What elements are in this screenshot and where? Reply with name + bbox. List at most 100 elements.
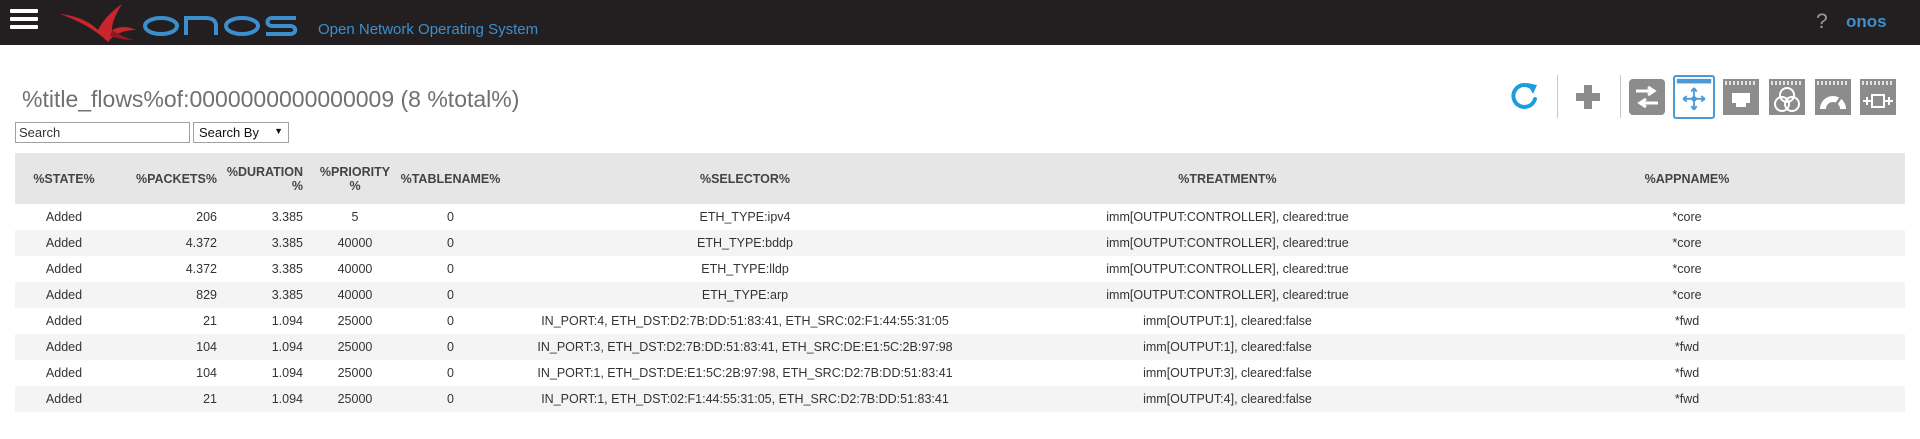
pipeconf-view-icon[interactable] xyxy=(1859,77,1897,117)
cell-selector: IN_PORT:4, ETH_DST:D2:7B:DD:51:83:41, ET… xyxy=(541,314,949,328)
cell-treatment: imm[OUTPUT:CONTROLLER], cleared:true xyxy=(986,230,1469,256)
cell-treatment: imm[OUTPUT:3], cleared:false xyxy=(1143,366,1312,380)
cell-tablename: 0 xyxy=(397,230,504,256)
table-row[interactable]: Added 829 3.385 40000 0 ETH_TYPE:arp imm… xyxy=(15,282,1905,308)
cell-treatment: imm[OUTPUT:CONTROLLER], cleared:true xyxy=(1106,262,1349,276)
user-menu[interactable]: onos xyxy=(1846,12,1887,32)
column-header-priority[interactable]: %PRIORITY % xyxy=(313,153,397,204)
cell-duration: 3.385 xyxy=(271,262,303,276)
cell-state: Added xyxy=(15,386,113,412)
cell-selector: IN_PORT:1, ETH_DST:DE:E1:5C:2B:97:98, ET… xyxy=(537,366,953,380)
search-by-select[interactable]: Search By ▼ xyxy=(193,122,289,143)
meters-view-icon[interactable] xyxy=(1814,77,1852,117)
page-title: %title_flows%of:0000000000000009 (8 %tot… xyxy=(22,86,520,112)
cell-appname: *core xyxy=(1672,210,1702,224)
cell-treatment: imm[OUTPUT:4], cleared:false xyxy=(986,386,1469,412)
cell-appname: *fwd xyxy=(1674,366,1700,380)
toolbar-divider xyxy=(1557,75,1558,118)
cell-treatment: imm[OUTPUT:1], cleared:false xyxy=(986,334,1469,360)
refresh-icon[interactable] xyxy=(1505,77,1543,117)
cell-packets: 206 xyxy=(196,210,217,224)
cell-state: Added xyxy=(15,230,113,256)
column-header-selector[interactable]: %SELECTOR% xyxy=(504,153,986,204)
column-header-duration-line2: % xyxy=(291,178,303,193)
column-header-priority-line2: % xyxy=(349,178,361,193)
logo-subtitle: Open Network Operating System xyxy=(318,21,539,38)
cell-state: Added xyxy=(45,366,83,380)
cell-packets: 21 xyxy=(113,386,223,412)
table-row[interactable]: Added 4.372 3.385 40000 0 ETH_TYPE:bddp … xyxy=(15,230,1905,256)
column-header-treatment[interactable]: %TREATMENT% xyxy=(986,153,1469,204)
cell-duration: 3.385 xyxy=(223,230,313,256)
cell-appname: *core xyxy=(1469,282,1905,308)
cell-priority: 25000 xyxy=(313,386,397,412)
table-header-row: %STATE% %PACKETS% %DURATION % %PRIORITY … xyxy=(15,153,1905,204)
cell-priority: 25000 xyxy=(313,334,397,360)
cell-tablename: 0 xyxy=(397,334,504,360)
cell-duration: 1.094 xyxy=(271,314,303,328)
table-row[interactable]: Added 21 1.094 25000 0 IN_PORT:1, ETH_DS… xyxy=(15,386,1905,412)
cell-selector: ETH_TYPE:lldp xyxy=(701,262,789,276)
table-row[interactable]: Added 104 1.094 25000 0 IN_PORT:1, ETH_D… xyxy=(15,360,1905,386)
cell-tablename: 0 xyxy=(447,210,454,224)
table-row[interactable]: Added 4.372 3.385 40000 0 ETH_TYPE:lldp … xyxy=(15,256,1905,282)
ports-view-icon[interactable] xyxy=(1722,77,1760,117)
toolbar-divider xyxy=(1620,75,1621,118)
column-header-state[interactable]: %STATE% xyxy=(15,153,113,204)
cell-tablename: 0 xyxy=(397,282,504,308)
cell-state: Added xyxy=(45,314,83,328)
column-header-packets[interactable]: %PACKETS% xyxy=(113,153,223,204)
devices-view-icon[interactable] xyxy=(1628,77,1666,117)
cell-priority: 5 xyxy=(351,210,359,224)
column-header-duration[interactable]: %DURATION % xyxy=(223,153,313,204)
cell-selector: ETH_TYPE:ipv4 xyxy=(699,210,791,224)
flows-view-icon[interactable] xyxy=(1673,75,1715,119)
cell-treatment: imm[OUTPUT:CONTROLLER], cleared:true xyxy=(1106,210,1349,224)
table-row[interactable]: Added 206 3.385 5 0 ETH_TYPE:ipv4 imm[OU… xyxy=(15,204,1905,230)
table-row[interactable]: Added 21 1.094 25000 0 IN_PORT:4, ETH_DS… xyxy=(15,308,1905,334)
help-icon[interactable]: ? xyxy=(1816,10,1828,34)
cell-state: Added xyxy=(15,334,113,360)
cell-packets: 4.372 xyxy=(113,230,223,256)
cell-selector: IN_PORT:3, ETH_DST:D2:7B:DD:51:83:41, ET… xyxy=(504,334,986,360)
onos-logo[interactable] xyxy=(58,0,328,45)
cell-state: Added xyxy=(15,282,113,308)
search-input[interactable] xyxy=(15,122,190,143)
hamburger-menu-icon[interactable] xyxy=(10,9,38,33)
cell-packets: 21 xyxy=(203,314,217,328)
cell-state: Added xyxy=(45,262,83,276)
add-icon[interactable] xyxy=(1569,77,1607,117)
cell-appname: *fwd xyxy=(1469,386,1905,412)
cell-appname: *core xyxy=(1469,230,1905,256)
cell-packets: 104 xyxy=(113,334,223,360)
cell-duration: 1.094 xyxy=(223,386,313,412)
cell-tablename: 0 xyxy=(397,386,504,412)
cell-selector: ETH_TYPE:bddp xyxy=(504,230,986,256)
column-header-appname[interactable]: %APPNAME% xyxy=(1469,153,1905,204)
cell-tablename: 0 xyxy=(447,366,454,380)
cell-tablename: 0 xyxy=(447,314,454,328)
cell-priority: 25000 xyxy=(337,366,373,380)
cell-treatment: imm[OUTPUT:CONTROLLER], cleared:true xyxy=(986,282,1469,308)
flows-table: %STATE% %PACKETS% %DURATION % %PRIORITY … xyxy=(15,153,1905,412)
cell-packets: 104 xyxy=(196,366,217,380)
groups-view-icon[interactable] xyxy=(1768,77,1806,117)
masthead: Open Network Operating System ? onos xyxy=(0,0,1920,45)
cell-duration: 1.094 xyxy=(271,366,303,380)
cell-priority: 40000 xyxy=(337,262,373,276)
cell-duration: 3.385 xyxy=(223,282,313,308)
cell-packets: 4.372 xyxy=(185,262,217,276)
cell-packets: 829 xyxy=(113,282,223,308)
cell-priority: 25000 xyxy=(337,314,373,328)
table-row[interactable]: Added 104 1.094 25000 0 IN_PORT:3, ETH_D… xyxy=(15,334,1905,360)
cell-duration: 3.385 xyxy=(271,210,303,224)
cell-appname: *fwd xyxy=(1469,334,1905,360)
search-by-label: Search By xyxy=(199,125,259,140)
cell-appname: *core xyxy=(1672,262,1702,276)
column-header-tablename[interactable]: %TABLENAME% xyxy=(397,153,504,204)
cell-appname: *fwd xyxy=(1674,314,1700,328)
column-header-priority-line1: %PRIORITY xyxy=(319,164,391,179)
cell-treatment: imm[OUTPUT:1], cleared:false xyxy=(1143,314,1312,328)
column-header-duration-line1: %DURATION xyxy=(226,164,303,179)
cell-duration: 1.094 xyxy=(223,334,313,360)
